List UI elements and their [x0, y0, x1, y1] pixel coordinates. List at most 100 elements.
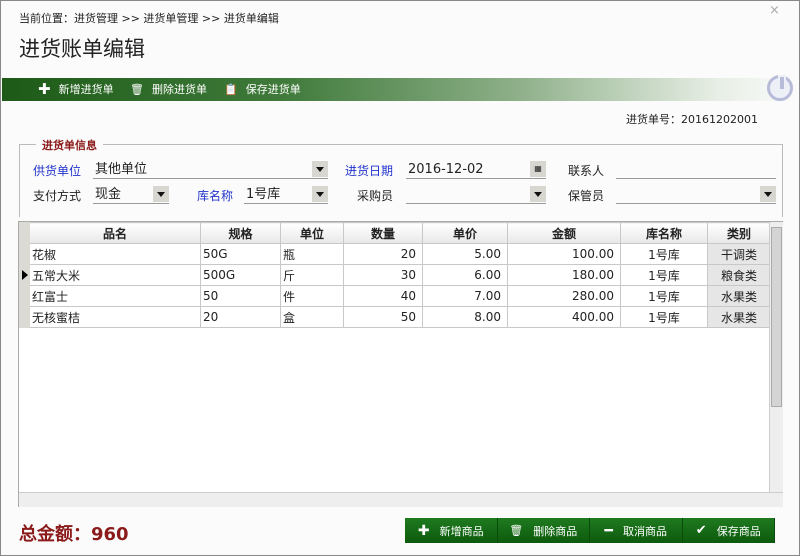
calendar-icon[interactable]: ▦	[530, 161, 546, 177]
cell-unit[interactable]: 盒	[280, 306, 344, 328]
supplier-label: 供货单位	[33, 164, 82, 178]
payment-select[interactable]: 现金	[93, 186, 169, 204]
chevron-down-icon[interactable]	[530, 186, 546, 202]
warehouse-select[interactable]: 1号库	[244, 186, 328, 204]
cell-amount[interactable]: 100.00	[507, 243, 621, 265]
supplier-select[interactable]: 其他单位	[93, 161, 328, 179]
cell-unit[interactable]: 件	[280, 285, 344, 307]
buyer-label: 采购员	[357, 189, 394, 203]
date-picker[interactable]: 2016-12-02 ▦	[406, 161, 546, 179]
delete-item-button[interactable]: 🗑 删除商品	[497, 518, 590, 543]
warehouse-value: 1号库	[246, 187, 281, 202]
cell-spec[interactable]: 50G	[200, 243, 281, 265]
contact-input[interactable]	[616, 161, 776, 179]
cell-category[interactable]: 水果类	[707, 285, 771, 307]
column-header-amount[interactable]: 金额	[507, 222, 621, 244]
cell-price[interactable]: 5.00	[422, 243, 508, 265]
cell-qty[interactable]: 30	[343, 264, 423, 286]
fieldset-legend: 进货单信息	[36, 137, 103, 153]
cell-amount[interactable]: 400.00	[507, 306, 621, 328]
row-header[interactable]	[19, 285, 30, 307]
cell-name[interactable]: 五常大米	[29, 264, 201, 286]
payment-label: 支付方式	[33, 189, 82, 203]
column-header-spec[interactable]: 规格	[200, 222, 281, 244]
payment-value: 现金	[95, 187, 122, 202]
save-item-label: 保存商品	[716, 524, 761, 538]
save-order-button[interactable]: 📋 保存进货单	[224, 78, 301, 101]
cell-qty[interactable]: 50	[343, 306, 423, 328]
chevron-down-icon[interactable]	[760, 186, 776, 202]
save-item-button[interactable]: ✔ 保存商品	[682, 518, 775, 543]
power-icon[interactable]	[767, 75, 793, 101]
add-item-button[interactable]: ✚ 新增商品	[405, 518, 498, 543]
order-info-fieldset	[19, 144, 783, 217]
page-title: 进货账单编辑	[19, 37, 145, 61]
table-row[interactable]: 红富士 50 件 40 7.00 280.00 1号库 水果类	[19, 285, 771, 307]
horizontal-scrollbar[interactable]	[19, 492, 783, 507]
window: 当前位置：进货管理 >> 进货单管理 >> 进货单编辑 × 进货账单编辑 ✚ 新增…	[0, 0, 800, 556]
date-label: 进货日期	[345, 164, 394, 178]
cell-name[interactable]: 红富士	[29, 285, 201, 307]
cell-qty[interactable]: 40	[343, 285, 423, 307]
chevron-down-icon[interactable]	[153, 186, 169, 202]
cell-unit[interactable]: 斤	[280, 264, 344, 286]
cell-category[interactable]: 粮食类	[707, 264, 771, 286]
cell-qty[interactable]: 20	[343, 243, 423, 265]
delete-order-button[interactable]: 🗑 删除进货单	[130, 78, 207, 101]
supplier-value: 其他单位	[95, 162, 148, 177]
row-header[interactable]	[19, 264, 30, 286]
column-header-qty[interactable]: 数量	[343, 222, 423, 244]
cell-warehouse[interactable]: 1号库	[620, 243, 708, 265]
cell-category[interactable]: 水果类	[707, 306, 771, 328]
add-order-button[interactable]: ✚ 新增进货单	[38, 78, 114, 101]
cell-price[interactable]: 8.00	[422, 306, 508, 328]
keeper-select[interactable]	[616, 186, 776, 204]
table-row[interactable]: 无核蜜桔 20 盒 50 8.00 400.00 1号库 水果类	[19, 306, 771, 328]
cell-price[interactable]: 6.00	[422, 264, 508, 286]
scroll-thumb[interactable]	[771, 227, 782, 407]
cell-amount[interactable]: 180.00	[507, 264, 621, 286]
contact-label: 联系人	[568, 164, 605, 178]
table-row[interactable]: 五常大米 500G 斤 30 6.00 180.00 1号库 粮食类	[19, 264, 771, 286]
cell-spec[interactable]: 500G	[200, 264, 281, 286]
close-icon[interactable]: ×	[769, 3, 780, 18]
buyer-select[interactable]	[406, 186, 546, 204]
total-amount: 总金额：960	[19, 524, 129, 545]
cell-unit[interactable]: 瓶	[280, 243, 344, 265]
cancel-item-button[interactable]: ━ 取消商品	[590, 518, 683, 543]
current-row-icon	[22, 270, 28, 280]
cell-price[interactable]: 7.00	[422, 285, 508, 307]
cell-spec[interactable]: 50	[200, 285, 281, 307]
cancel-item-label: 取消商品	[622, 524, 667, 538]
cell-name[interactable]: 花椒	[29, 243, 201, 265]
plus-icon: ✚	[38, 80, 51, 98]
chevron-down-icon[interactable]	[312, 186, 328, 202]
date-value: 2016-12-02	[408, 162, 484, 177]
column-header-warehouse[interactable]: 库名称	[620, 222, 708, 244]
cell-warehouse[interactable]: 1号库	[620, 285, 708, 307]
order-number: 进货单号：20161202001	[626, 113, 758, 126]
delete-item-label: 删除商品	[533, 524, 578, 538]
add-item-label: 新增商品	[439, 524, 484, 538]
clipboard-icon: 📋	[224, 83, 238, 96]
chevron-down-icon[interactable]	[312, 161, 328, 177]
row-header[interactable]	[19, 306, 30, 328]
breadcrumb: 当前位置：进货管理 >> 进货单管理 >> 进货单编辑	[19, 12, 279, 25]
cell-spec[interactable]: 20	[200, 306, 281, 328]
cell-warehouse[interactable]: 1号库	[620, 264, 708, 286]
column-header-category[interactable]: 类别	[707, 222, 771, 244]
column-header-unit[interactable]: 单位	[280, 222, 344, 244]
cell-category[interactable]: 干调类	[707, 243, 771, 265]
plus-icon: ✚	[417, 522, 430, 539]
table-row[interactable]: 花椒 50G 瓶 20 5.00 100.00 1号库 干调类	[19, 243, 771, 265]
cell-warehouse[interactable]: 1号库	[620, 306, 708, 328]
column-header-price[interactable]: 单价	[422, 222, 508, 244]
row-header-corner	[19, 222, 30, 244]
cell-name[interactable]: 无核蜜桔	[29, 306, 201, 328]
add-order-label: 新增进货单	[58, 83, 114, 96]
column-header-name[interactable]: 品名	[29, 222, 201, 244]
row-header[interactable]	[19, 243, 30, 265]
vertical-scrollbar[interactable]	[769, 222, 783, 492]
goods-table: 品名 规格 单位 数量 单价 金额 库名称 类别 花椒 50G 瓶 20 5.00 100.00 1号库干…	[19, 222, 771, 328]
cell-amount[interactable]: 280.00	[507, 285, 621, 307]
